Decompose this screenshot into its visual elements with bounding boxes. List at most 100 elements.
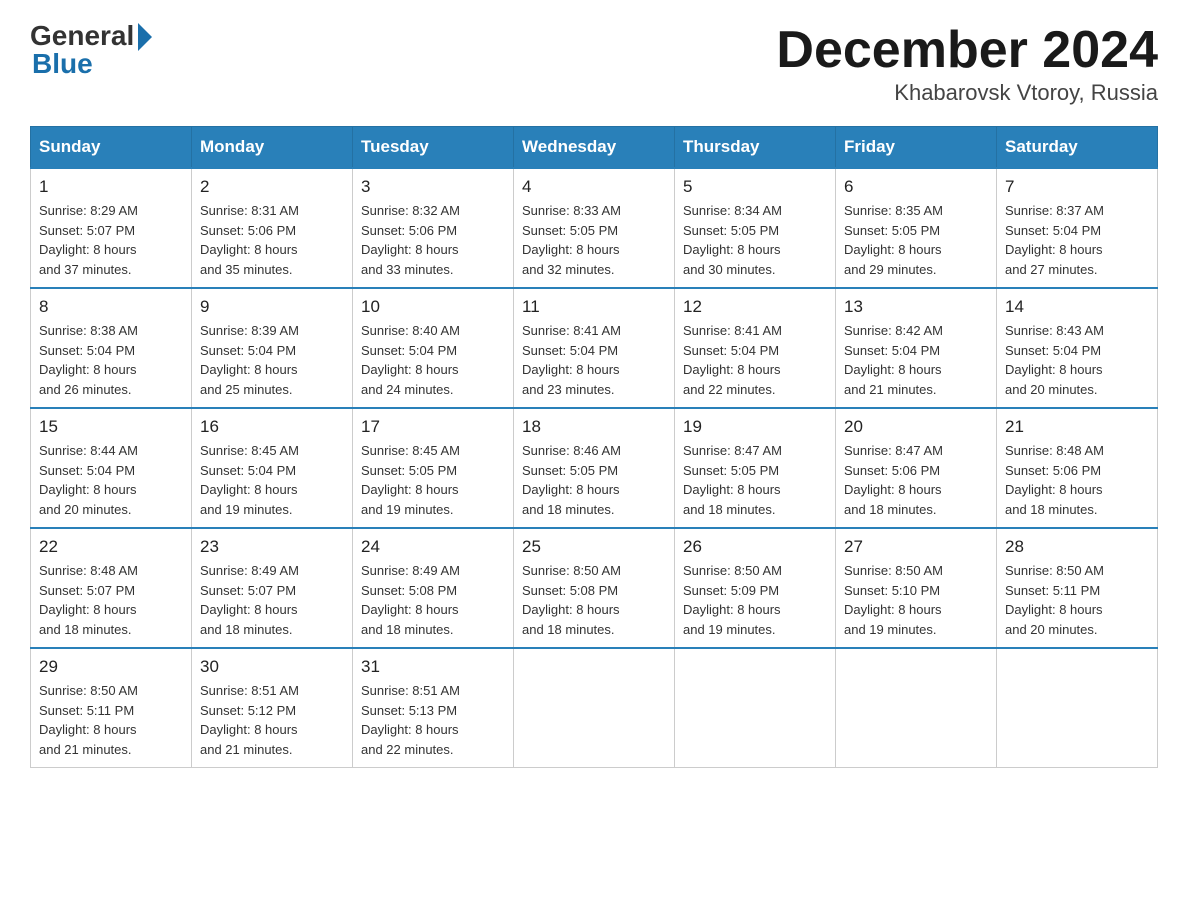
day-cell: 1 Sunrise: 8:29 AMSunset: 5:07 PMDayligh… xyxy=(31,168,192,288)
day-info: Sunrise: 8:49 AMSunset: 5:07 PMDaylight:… xyxy=(200,561,344,639)
day-cell: 27 Sunrise: 8:50 AMSunset: 5:10 PMDaylig… xyxy=(836,528,997,648)
day-info: Sunrise: 8:45 AMSunset: 5:04 PMDaylight:… xyxy=(200,441,344,519)
day-cell: 2 Sunrise: 8:31 AMSunset: 5:06 PMDayligh… xyxy=(192,168,353,288)
day-info: Sunrise: 8:51 AMSunset: 5:13 PMDaylight:… xyxy=(361,681,505,759)
day-number: 27 xyxy=(844,537,988,557)
week-row-1: 1 Sunrise: 8:29 AMSunset: 5:07 PMDayligh… xyxy=(31,168,1158,288)
day-cell: 20 Sunrise: 8:47 AMSunset: 5:06 PMDaylig… xyxy=(836,408,997,528)
day-number: 1 xyxy=(39,177,183,197)
day-cell: 12 Sunrise: 8:41 AMSunset: 5:04 PMDaylig… xyxy=(675,288,836,408)
day-info: Sunrise: 8:47 AMSunset: 5:05 PMDaylight:… xyxy=(683,441,827,519)
day-info: Sunrise: 8:34 AMSunset: 5:05 PMDaylight:… xyxy=(683,201,827,279)
day-cell: 16 Sunrise: 8:45 AMSunset: 5:04 PMDaylig… xyxy=(192,408,353,528)
day-cell: 26 Sunrise: 8:50 AMSunset: 5:09 PMDaylig… xyxy=(675,528,836,648)
weekday-header-monday: Monday xyxy=(192,127,353,169)
day-info: Sunrise: 8:41 AMSunset: 5:04 PMDaylight:… xyxy=(522,321,666,399)
day-number: 4 xyxy=(522,177,666,197)
day-cell xyxy=(514,648,675,768)
day-number: 29 xyxy=(39,657,183,677)
day-number: 10 xyxy=(361,297,505,317)
day-number: 12 xyxy=(683,297,827,317)
day-cell: 17 Sunrise: 8:45 AMSunset: 5:05 PMDaylig… xyxy=(353,408,514,528)
day-info: Sunrise: 8:45 AMSunset: 5:05 PMDaylight:… xyxy=(361,441,505,519)
weekday-header-friday: Friday xyxy=(836,127,997,169)
day-info: Sunrise: 8:33 AMSunset: 5:05 PMDaylight:… xyxy=(522,201,666,279)
title-section: December 2024 Khabarovsk Vtoroy, Russia xyxy=(776,20,1158,106)
day-info: Sunrise: 8:40 AMSunset: 5:04 PMDaylight:… xyxy=(361,321,505,399)
day-cell: 6 Sunrise: 8:35 AMSunset: 5:05 PMDayligh… xyxy=(836,168,997,288)
weekday-header-saturday: Saturday xyxy=(997,127,1158,169)
day-info: Sunrise: 8:50 AMSunset: 5:08 PMDaylight:… xyxy=(522,561,666,639)
day-number: 7 xyxy=(1005,177,1149,197)
weekday-header-sunday: Sunday xyxy=(31,127,192,169)
day-info: Sunrise: 8:50 AMSunset: 5:11 PMDaylight:… xyxy=(1005,561,1149,639)
day-info: Sunrise: 8:43 AMSunset: 5:04 PMDaylight:… xyxy=(1005,321,1149,399)
week-row-4: 22 Sunrise: 8:48 AMSunset: 5:07 PMDaylig… xyxy=(31,528,1158,648)
day-cell: 10 Sunrise: 8:40 AMSunset: 5:04 PMDaylig… xyxy=(353,288,514,408)
day-cell: 9 Sunrise: 8:39 AMSunset: 5:04 PMDayligh… xyxy=(192,288,353,408)
day-cell: 11 Sunrise: 8:41 AMSunset: 5:04 PMDaylig… xyxy=(514,288,675,408)
day-cell xyxy=(675,648,836,768)
day-number: 2 xyxy=(200,177,344,197)
calendar-body: 1 Sunrise: 8:29 AMSunset: 5:07 PMDayligh… xyxy=(31,168,1158,768)
location-text: Khabarovsk Vtoroy, Russia xyxy=(776,80,1158,106)
day-number: 19 xyxy=(683,417,827,437)
day-cell: 5 Sunrise: 8:34 AMSunset: 5:05 PMDayligh… xyxy=(675,168,836,288)
page-header: General Blue December 2024 Khabarovsk Vt… xyxy=(30,20,1158,106)
weekday-header-tuesday: Tuesday xyxy=(353,127,514,169)
day-info: Sunrise: 8:47 AMSunset: 5:06 PMDaylight:… xyxy=(844,441,988,519)
weekday-header-wednesday: Wednesday xyxy=(514,127,675,169)
day-cell: 22 Sunrise: 8:48 AMSunset: 5:07 PMDaylig… xyxy=(31,528,192,648)
month-title: December 2024 xyxy=(776,20,1158,80)
day-info: Sunrise: 8:50 AMSunset: 5:10 PMDaylight:… xyxy=(844,561,988,639)
day-number: 5 xyxy=(683,177,827,197)
day-number: 23 xyxy=(200,537,344,557)
day-number: 21 xyxy=(1005,417,1149,437)
day-cell: 14 Sunrise: 8:43 AMSunset: 5:04 PMDaylig… xyxy=(997,288,1158,408)
weekday-header-thursday: Thursday xyxy=(675,127,836,169)
day-cell: 19 Sunrise: 8:47 AMSunset: 5:05 PMDaylig… xyxy=(675,408,836,528)
day-cell: 3 Sunrise: 8:32 AMSunset: 5:06 PMDayligh… xyxy=(353,168,514,288)
logo-arrow-icon xyxy=(138,23,152,51)
day-info: Sunrise: 8:29 AMSunset: 5:07 PMDaylight:… xyxy=(39,201,183,279)
day-number: 17 xyxy=(361,417,505,437)
day-number: 3 xyxy=(361,177,505,197)
day-info: Sunrise: 8:51 AMSunset: 5:12 PMDaylight:… xyxy=(200,681,344,759)
day-number: 20 xyxy=(844,417,988,437)
calendar-header: SundayMondayTuesdayWednesdayThursdayFrid… xyxy=(31,127,1158,169)
logo-blue-text: Blue xyxy=(32,48,93,80)
day-info: Sunrise: 8:50 AMSunset: 5:11 PMDaylight:… xyxy=(39,681,183,759)
calendar-table: SundayMondayTuesdayWednesdayThursdayFrid… xyxy=(30,126,1158,768)
day-info: Sunrise: 8:37 AMSunset: 5:04 PMDaylight:… xyxy=(1005,201,1149,279)
logo: General Blue xyxy=(30,20,152,80)
day-cell xyxy=(836,648,997,768)
day-cell: 30 Sunrise: 8:51 AMSunset: 5:12 PMDaylig… xyxy=(192,648,353,768)
day-number: 22 xyxy=(39,537,183,557)
day-info: Sunrise: 8:35 AMSunset: 5:05 PMDaylight:… xyxy=(844,201,988,279)
day-number: 15 xyxy=(39,417,183,437)
day-cell: 24 Sunrise: 8:49 AMSunset: 5:08 PMDaylig… xyxy=(353,528,514,648)
day-number: 6 xyxy=(844,177,988,197)
day-cell: 31 Sunrise: 8:51 AMSunset: 5:13 PMDaylig… xyxy=(353,648,514,768)
week-row-5: 29 Sunrise: 8:50 AMSunset: 5:11 PMDaylig… xyxy=(31,648,1158,768)
day-cell: 4 Sunrise: 8:33 AMSunset: 5:05 PMDayligh… xyxy=(514,168,675,288)
day-cell: 29 Sunrise: 8:50 AMSunset: 5:11 PMDaylig… xyxy=(31,648,192,768)
day-cell: 18 Sunrise: 8:46 AMSunset: 5:05 PMDaylig… xyxy=(514,408,675,528)
day-cell: 8 Sunrise: 8:38 AMSunset: 5:04 PMDayligh… xyxy=(31,288,192,408)
day-number: 25 xyxy=(522,537,666,557)
day-cell: 7 Sunrise: 8:37 AMSunset: 5:04 PMDayligh… xyxy=(997,168,1158,288)
day-cell xyxy=(997,648,1158,768)
day-number: 18 xyxy=(522,417,666,437)
day-cell: 13 Sunrise: 8:42 AMSunset: 5:04 PMDaylig… xyxy=(836,288,997,408)
day-number: 11 xyxy=(522,297,666,317)
day-info: Sunrise: 8:31 AMSunset: 5:06 PMDaylight:… xyxy=(200,201,344,279)
day-cell: 23 Sunrise: 8:49 AMSunset: 5:07 PMDaylig… xyxy=(192,528,353,648)
day-number: 9 xyxy=(200,297,344,317)
day-info: Sunrise: 8:48 AMSunset: 5:07 PMDaylight:… xyxy=(39,561,183,639)
day-number: 28 xyxy=(1005,537,1149,557)
week-row-2: 8 Sunrise: 8:38 AMSunset: 5:04 PMDayligh… xyxy=(31,288,1158,408)
day-cell: 15 Sunrise: 8:44 AMSunset: 5:04 PMDaylig… xyxy=(31,408,192,528)
week-row-3: 15 Sunrise: 8:44 AMSunset: 5:04 PMDaylig… xyxy=(31,408,1158,528)
day-info: Sunrise: 8:49 AMSunset: 5:08 PMDaylight:… xyxy=(361,561,505,639)
day-number: 16 xyxy=(200,417,344,437)
